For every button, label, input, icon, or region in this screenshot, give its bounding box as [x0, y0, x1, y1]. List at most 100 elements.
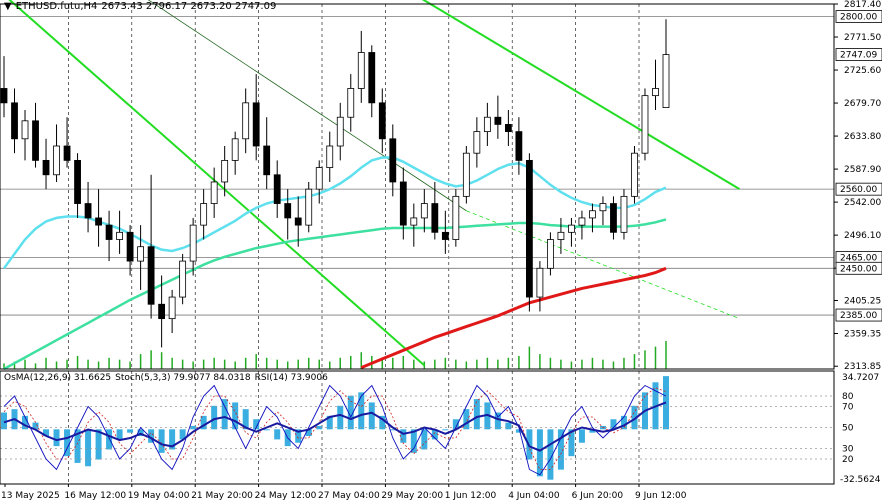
osma-bar — [337, 405, 344, 430]
candle-body — [42, 159, 50, 176]
y-tick-label: 2496.10 — [844, 231, 881, 241]
candle-body — [599, 203, 607, 212]
price-label: 2560.00 — [840, 185, 877, 195]
osma-bar — [463, 409, 470, 430]
x-tick-label: 16 May 12:00 — [64, 491, 126, 501]
candle-body — [347, 88, 355, 118]
candle-body — [84, 203, 92, 219]
osma-bar — [53, 429, 60, 447]
x-tick-label: 24 May 12:00 — [255, 491, 317, 501]
x-tick-label: 13 May 2025 — [1, 491, 60, 501]
candle-body — [378, 102, 386, 140]
y-tick-label: 2633.80 — [844, 132, 881, 142]
candle-body — [315, 167, 323, 190]
candle-body — [589, 210, 596, 219]
candle-body — [116, 231, 123, 240]
price-label: 2800.00 — [840, 13, 877, 23]
osma-bar — [116, 429, 123, 440]
candle-body — [336, 116, 344, 147]
stoch-level-label: 50 — [842, 424, 854, 434]
y-tick-label: 2587.90 — [844, 165, 881, 175]
candle-body — [578, 217, 586, 226]
candle-body — [242, 102, 250, 140]
candle-body — [105, 224, 113, 240]
osma-label: OsMA(12,26,9) 31.6625 — [4, 373, 112, 383]
y-tick-label: 2771.50 — [844, 33, 881, 43]
candle-body — [263, 145, 271, 176]
osma-bar — [578, 429, 585, 443]
candle-body — [557, 231, 565, 240]
osma-bar — [211, 405, 218, 430]
y-tick-label: 2679.70 — [844, 99, 881, 109]
candle-body — [210, 181, 218, 204]
candle-body — [547, 239, 554, 269]
candle-body — [357, 52, 365, 89]
candle-body — [662, 54, 670, 108]
candle-body — [221, 159, 229, 183]
ohlc-values: 2673.43 2796.17 2673.20 2747.09 — [101, 1, 277, 12]
chart-canvas: 2817.40 2771.50 2725.60 2679.70 2633.80 2587.… — [0, 0, 882, 503]
stoch-level-label: 30 — [842, 445, 854, 455]
candle-body — [95, 217, 102, 226]
price-label: 2450.00 — [840, 264, 877, 274]
candle-body — [158, 303, 166, 320]
osma-bar — [95, 429, 102, 460]
osma-min-label: -32.5624 — [840, 475, 881, 485]
candle-body — [536, 267, 544, 298]
candle-body — [147, 246, 155, 305]
candle-body — [620, 195, 628, 233]
stoch-level-label: 20 — [842, 455, 854, 465]
candle-body — [610, 203, 617, 233]
candle-body — [504, 124, 512, 133]
x-tick-label: 27 May 04:00 — [318, 491, 380, 501]
y-tick-label: 2725.60 — [844, 66, 881, 76]
candle-body — [11, 102, 18, 140]
dropdown-triangle-icon[interactable]: ▼ — [4, 1, 12, 12]
candle-body — [231, 138, 239, 161]
x-tick-label: 1 Jun 12:00 — [445, 491, 497, 501]
osma-bar — [473, 399, 480, 430]
osma-bar — [127, 429, 134, 433]
candle-body — [53, 145, 60, 176]
x-tick-label: 19 May 04:00 — [128, 491, 190, 501]
candle-body — [368, 52, 376, 104]
stoch-label: Stoch(5,3,3) 79.9077 84.0318 — [115, 373, 251, 383]
candle-body — [168, 296, 176, 320]
candle-body — [294, 217, 302, 226]
osma-bar — [85, 429, 92, 467]
candle-body — [252, 102, 260, 147]
candle-body — [305, 188, 313, 226]
candle-body — [63, 145, 71, 161]
candle-body — [568, 224, 575, 233]
candle-body — [21, 120, 29, 140]
price-label: 2385.00 — [840, 311, 877, 321]
osma-bar — [221, 399, 228, 430]
x-tick-label: 21 May 20:00 — [191, 491, 253, 501]
candle-body — [284, 203, 292, 219]
stoch-level-label: 70 — [842, 403, 854, 413]
candle-body — [631, 152, 638, 197]
osma-max-label: 34.7207 — [842, 373, 879, 383]
x-tick-label: 4 Jun 04:00 — [508, 491, 560, 501]
x-tick-label: 6 Jun 20:00 — [572, 491, 624, 501]
osma-bar — [274, 429, 281, 440]
candle-body — [326, 145, 334, 168]
candle-body — [137, 246, 145, 262]
y-tick-label: 2817.40 — [844, 0, 881, 10]
candle-body — [189, 224, 197, 262]
candle-body — [452, 195, 460, 240]
candle-body — [420, 203, 428, 219]
candle-body — [473, 131, 481, 154]
candle-body — [389, 138, 397, 183]
osma-bar — [106, 429, 113, 450]
candle-body — [179, 260, 187, 298]
osma-bar — [263, 429, 270, 431]
symbol-label: ETHUSD.futu,H4 — [15, 1, 98, 12]
candle-body — [0, 88, 8, 104]
candle-body — [32, 120, 39, 161]
indicator-header: OsMA(12,26,9) 31.6625 Stoch(5,3,3) 79.907… — [4, 373, 332, 383]
candle-body — [273, 174, 281, 204]
osma-bar — [158, 429, 165, 453]
candle-body — [641, 95, 649, 154]
y-tick-label: 2359.35 — [844, 329, 881, 339]
